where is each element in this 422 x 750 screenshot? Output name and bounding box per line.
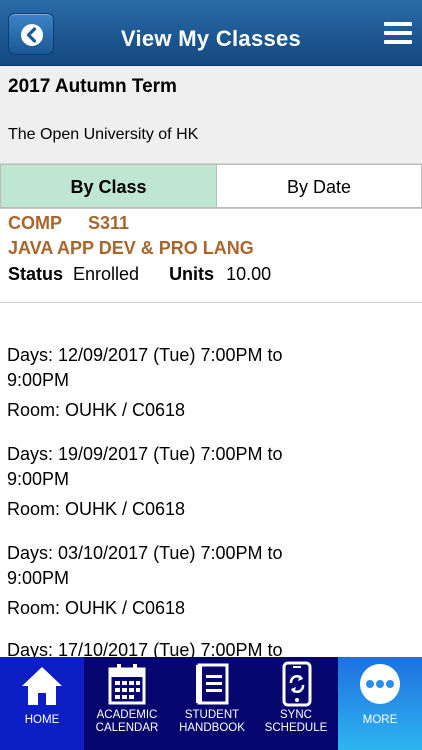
nav-student-handbook[interactable]: STUDENT HANDBOOK (170, 657, 254, 750)
session-days: Days: 12/09/2017 (Tue) 7:00PM to 9:00PM (7, 345, 283, 390)
term-title: 2017 Autumn Term (8, 76, 177, 97)
nav-academic-calendar[interactable]: ACADEMIC CALENDAR (84, 657, 170, 750)
handbook-icon (196, 663, 229, 705)
session-days: Days: 03/10/2017 (Tue) 7:00PM to 9:00PM (7, 543, 283, 588)
nav-sync-label: SYNC SCHEDULE (264, 709, 328, 734)
term-section: 2017 Autumn Term The Open University of … (0, 66, 422, 164)
page-title: View My Classes (120, 26, 302, 51)
course-code: COMP S311 (8, 213, 129, 234)
tab-by-class[interactable]: By Class (0, 164, 217, 208)
session-days: Days: 19/09/2017 (Tue) 7:00PM to 9:00PM (7, 444, 283, 489)
status-line: Status Enrolled Units 10.00 (8, 264, 271, 285)
hamburger-menu-icon[interactable] (384, 22, 412, 48)
app-header: View My Classes (0, 0, 422, 66)
view-tabs: By Class By Date (0, 164, 422, 209)
session-room: Room: OUHK / C0618 (7, 598, 186, 618)
units-value: 10.00 (226, 264, 272, 284)
nav-sync-schedule[interactable]: SYNC SCHEDULE (254, 657, 338, 750)
status-label: Status (8, 264, 64, 284)
nav-more-label: MORE (362, 714, 398, 726)
class-info: COMP S311 JAVA APP DEV & PRO LANG Status E… (0, 209, 422, 303)
session-days: Days: 17/10/2017 (Tue) 7:00PM to (7, 640, 283, 657)
back-button[interactable] (8, 13, 54, 55)
course-name: JAVA APP DEV & PRO LANG (8, 238, 254, 258)
nav-more[interactable]: MORE (338, 657, 422, 750)
university-name: The Open University of HK (8, 126, 199, 143)
tab-by-date[interactable]: By Date (216, 164, 422, 208)
nav-handbook-label: STUDENT HANDBOOK (179, 709, 245, 734)
bottom-nav: HOME ACADEMIC CALENDAR STUDENT HANDBOOK … (0, 657, 422, 750)
back-arrow-icon (21, 24, 43, 46)
calendar-icon (108, 664, 146, 705)
list-item: Days: 03/10/2017 (Tue) 7:00PM to 9:00PM … (7, 541, 337, 621)
units-label: Units (169, 264, 215, 284)
nav-calendar-label: ACADEMIC CALENDAR (95, 709, 159, 734)
course-catalog: S311 (88, 213, 130, 233)
session-list: Days: 12/09/2017 (Tue) 7:00PM to 9:00PM … (0, 303, 422, 657)
list-item: Days: 12/09/2017 (Tue) 7:00PM to 9:00PM … (7, 343, 337, 423)
nav-home[interactable]: HOME (0, 657, 84, 750)
nav-home-label: HOME (24, 714, 60, 726)
list-item: Days: 19/09/2017 (Tue) 7:00PM to 9:00PM … (7, 442, 337, 522)
session-room: Room: OUHK / C0618 (7, 400, 186, 420)
status-value: Enrolled (73, 264, 140, 284)
home-icon (22, 667, 62, 705)
session-room: Room: OUHK / C0618 (7, 499, 186, 519)
more-dots-icon (360, 664, 400, 704)
sync-phone-icon (282, 661, 312, 707)
list-item: Days: 17/10/2017 (Tue) 7:00PM to (7, 638, 337, 657)
course-subject: COMP (8, 213, 62, 233)
